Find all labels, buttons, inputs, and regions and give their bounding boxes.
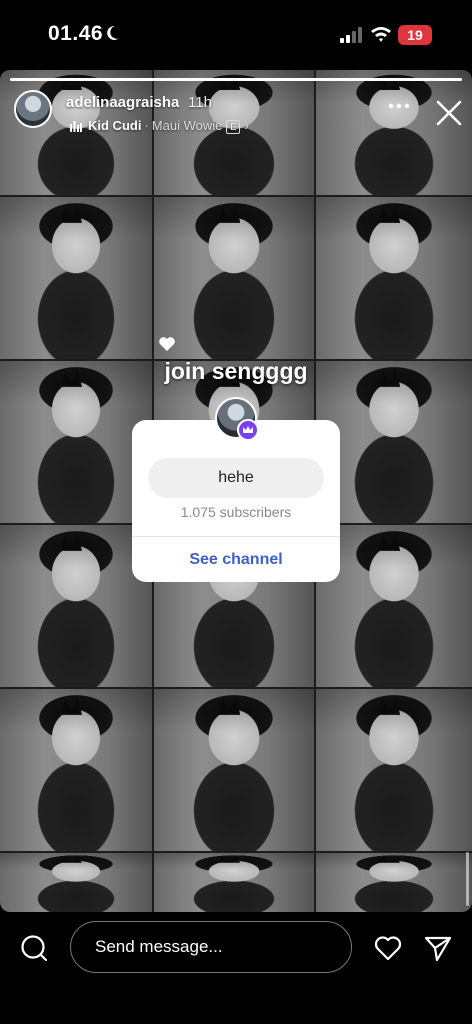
more-options-icon[interactable] — [388, 100, 410, 112]
music-bars-icon — [70, 121, 82, 133]
story-time-ago: 11h — [188, 94, 212, 111]
photo-tile — [0, 361, 152, 523]
moon-icon — [107, 25, 119, 40]
message-placeholder: Send message... — [95, 937, 223, 956]
story-progress-bar — [10, 78, 462, 81]
photo-tile — [154, 197, 314, 359]
battery-icon: 19 — [398, 25, 432, 45]
photo-tile — [316, 689, 472, 851]
close-icon[interactable] — [436, 100, 462, 126]
signal-icon — [340, 27, 362, 43]
music-artist: Kid Cudi — [88, 118, 142, 133]
photo-tile — [316, 853, 472, 912]
photo-tile — [154, 853, 314, 912]
story-progress-fill — [10, 78, 462, 81]
send-message-input[interactable]: Send message... — [70, 921, 352, 973]
send-icon[interactable] — [424, 934, 452, 962]
photo-tile — [154, 689, 314, 851]
heart-sticker-icon — [159, 337, 175, 351]
heart-icon[interactable] — [374, 935, 402, 961]
story-header: adelinaagraisha 11h Kid Cudi · Maui Wowie E… — [0, 86, 472, 146]
reply-bar: Send message... — [0, 912, 472, 1024]
photo-tile — [0, 197, 152, 359]
crown-icon — [243, 426, 253, 433]
channel-name: hehe — [148, 458, 324, 498]
see-channel-button[interactable]: See channel — [132, 537, 340, 582]
status-bar: 01.46 19 — [0, 0, 472, 68]
photo-tile — [0, 525, 152, 687]
music-separator: · — [144, 118, 149, 133]
story-viewer[interactable]: adelinaagraisha 11h Kid Cudi · Maui Wowie E… — [0, 70, 472, 912]
story-username[interactable]: adelinaagraisha — [66, 94, 179, 111]
wifi-icon — [371, 27, 391, 42]
avatar[interactable] — [14, 90, 52, 128]
status-time: 01.46 — [48, 22, 104, 45]
channel-sticker-card[interactable]: hehe 1.075 subscribers See channel — [132, 420, 340, 582]
subscriber-count: 1.075 subscribers — [180, 504, 292, 520]
photo-tile — [0, 689, 152, 851]
explicit-icon: E — [226, 119, 241, 134]
music-attribution[interactable]: Kid Cudi · Maui Wowie E › — [70, 117, 249, 134]
music-song: Maui Wowie — [151, 118, 223, 133]
sticker-title: join sengggg — [164, 358, 308, 384]
camera-icon[interactable] — [20, 934, 48, 962]
photo-tile — [316, 197, 472, 359]
crown-badge-icon — [237, 419, 259, 441]
photo-tile — [0, 853, 152, 912]
scroll-indicator — [466, 852, 469, 906]
chevron-right-icon: › — [244, 117, 250, 133]
